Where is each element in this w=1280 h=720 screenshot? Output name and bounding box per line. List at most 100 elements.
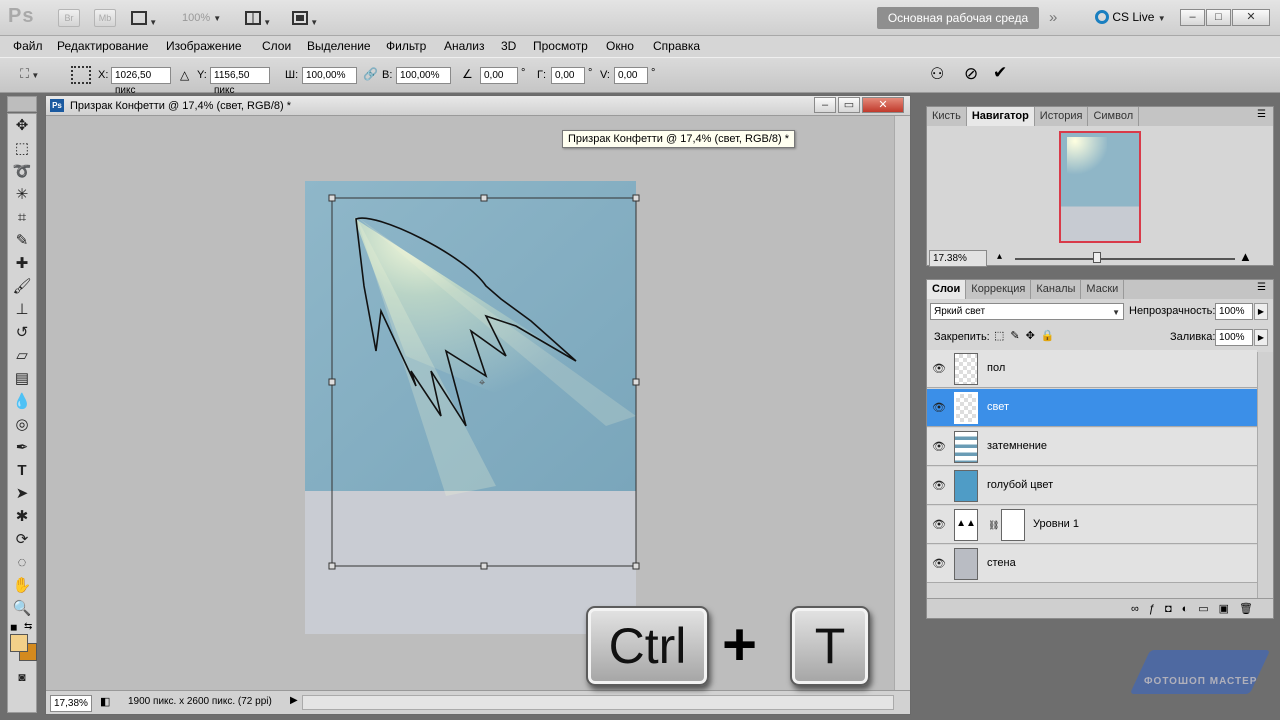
menu-help[interactable]: Справка <box>653 36 700 57</box>
vertical-scrollbar[interactable] <box>894 116 910 690</box>
history-brush-tool-icon[interactable]: ↺ <box>8 321 36 344</box>
tab-history[interactable]: История <box>1034 107 1089 126</box>
view-extras-dropdown[interactable]: ▼ <box>131 9 165 27</box>
clone-stamp-tool-icon[interactable]: ⊥ <box>8 298 36 321</box>
gradient-tool-icon[interactable]: ▤ <box>8 367 36 390</box>
tab-navigator[interactable]: Навигатор <box>966 107 1035 126</box>
visibility-eye-icon[interactable]: 👁 <box>931 361 947 377</box>
canvas-image[interactable]: ⌖ <box>46 116 894 690</box>
navigator-panel-menu-icon[interactable]: ☰ <box>1257 109 1266 120</box>
doc-minimize-button[interactable]: – <box>814 97 836 113</box>
blend-mode-select[interactable]: Яркий свет ▼ <box>930 303 1124 320</box>
zoom-level-dropdown[interactable]: 100% ▼ <box>182 12 221 24</box>
opacity-field[interactable]: 100% <box>1215 303 1253 320</box>
shape-tool-icon[interactable]: ✱ <box>8 505 36 528</box>
swap-colors-icon[interactable]: ⇆ <box>24 621 32 632</box>
default-colors-icon[interactable]: ◼ <box>10 622 17 633</box>
eyedropper-tool-icon[interactable]: ✎ <box>8 229 36 252</box>
opacity-arrow-icon[interactable]: ▶ <box>1254 303 1268 320</box>
menu-layers[interactable]: Слои <box>262 36 291 57</box>
more-workspaces-icon[interactable]: » <box>1049 9 1057 26</box>
close-button[interactable]: ✕ <box>1232 9 1270 26</box>
visibility-eye-icon[interactable]: 👁 <box>931 517 947 533</box>
3d-orbit-tool-icon[interactable]: ◌ <box>8 551 36 574</box>
status-menu-icon[interactable]: ◧ <box>100 695 110 708</box>
quick-mask-icon[interactable]: ◙ <box>8 666 36 689</box>
zoom-tool-icon[interactable]: 🔍 <box>8 597 36 620</box>
layer-row[interactable]: 👁 пол <box>927 350 1257 388</box>
zoom-in-icon[interactable]: ▲ <box>1239 249 1252 264</box>
layer-row[interactable]: 👁 затемнение <box>927 428 1257 466</box>
menu-view[interactable]: Просмотр <box>533 36 588 57</box>
move-tool-icon[interactable]: ✥ <box>8 114 36 137</box>
transform-center-icon[interactable]: ⌖ <box>479 376 485 389</box>
menu-select[interactable]: Выделение <box>307 36 371 57</box>
maximize-button[interactable]: □ <box>1206 9 1231 26</box>
canvas-area[interactable]: ⌖ <box>46 116 894 690</box>
y-position-field[interactable]: 1156,50 пикс <box>210 67 270 96</box>
commit-transform-icon[interactable]: ✔ <box>993 63 1007 83</box>
tab-layers[interactable]: Слои <box>927 280 967 299</box>
status-arrow-icon[interactable]: ▶ <box>290 695 298 706</box>
minimize-button[interactable]: – <box>1180 9 1205 26</box>
layer-row[interactable]: 👁 ▲▲ ⛓ Уровни 1 <box>927 506 1257 544</box>
tab-brush[interactable]: Кисть <box>927 107 967 126</box>
relative-position-icon[interactable]: △ <box>180 68 189 82</box>
zoom-field[interactable]: 17,38% <box>50 695 92 712</box>
visibility-eye-icon[interactable]: 👁 <box>931 478 947 494</box>
dodge-tool-icon[interactable]: ◎ <box>8 413 36 436</box>
fill-arrow-icon[interactable]: ▶ <box>1254 329 1268 346</box>
screen-mode-dropdown[interactable]: ▼ <box>292 9 326 27</box>
eraser-tool-icon[interactable]: ▱ <box>8 344 36 367</box>
vertical-skew-field[interactable]: 0,00 <box>614 67 648 84</box>
crop-tool-icon[interactable]: ⌗ <box>8 206 36 229</box>
reference-point-icon[interactable] <box>71 66 91 84</box>
menu-filter[interactable]: Фильтр <box>386 36 426 57</box>
bridge-button[interactable]: Br <box>58 9 80 27</box>
hand-tool-icon[interactable]: ✋ <box>8 574 36 597</box>
navigator-zoom-field[interactable]: 17.38% <box>929 250 987 267</box>
warp-mode-icon[interactable]: ⚇ <box>930 64 944 84</box>
layer-row[interactable]: 👁 стена <box>927 545 1257 583</box>
layers-footer-icons[interactable]: ∞ƒ◘◐▭▣🗑 <box>927 598 1273 618</box>
zoom-slider[interactable] <box>1015 258 1235 260</box>
marquee-tool-icon[interactable]: ⬚ <box>8 137 36 160</box>
fill-field[interactable]: 100% <box>1215 329 1253 346</box>
width-field[interactable]: 100,00% <box>302 67 357 84</box>
quick-selection-tool-icon[interactable]: ✳ <box>8 183 36 206</box>
navigator-preview[interactable] <box>1059 131 1141 243</box>
type-tool-icon[interactable]: T <box>8 459 36 482</box>
doc-restore-button[interactable]: ▭ <box>838 97 860 113</box>
foreground-color-swatch[interactable] <box>10 634 28 652</box>
tab-masks[interactable]: Маски <box>1081 280 1125 299</box>
visibility-eye-icon[interactable]: 👁 <box>931 556 947 572</box>
zoom-out-icon[interactable]: ▴ <box>997 251 1002 262</box>
x-position-field[interactable]: 1026,50 пикс <box>111 67 171 96</box>
menu-image[interactable]: Изображение <box>166 36 242 57</box>
cancel-transform-icon[interactable]: ⊘ <box>964 64 978 84</box>
lasso-tool-icon[interactable]: ➰ <box>8 160 36 183</box>
zoom-slider-thumb[interactable] <box>1093 252 1101 263</box>
layer-row-selected[interactable]: 👁 свет <box>927 389 1257 427</box>
3d-rotate-tool-icon[interactable]: ⟳ <box>8 528 36 551</box>
tab-adjustments[interactable]: Коррекция <box>966 280 1032 299</box>
tool-preset-picker[interactable]: ⛶ ▼ <box>20 66 40 84</box>
horizontal-skew-field[interactable]: 0,00 <box>551 67 585 84</box>
path-selection-tool-icon[interactable]: ➤ <box>8 482 36 505</box>
layers-scrollbar[interactable] <box>1257 352 1273 600</box>
arrange-documents-dropdown[interactable]: ▼ <box>245 9 279 27</box>
layers-panel-menu-icon[interactable]: ☰ <box>1257 282 1266 293</box>
brush-tool-icon[interactable]: 🖌 <box>8 275 36 298</box>
menu-3d[interactable]: 3D <box>501 36 516 57</box>
menu-edit[interactable]: Редактирование <box>57 36 148 57</box>
cs-live-button[interactable]: CS Live ▼ <box>1095 10 1166 24</box>
blur-tool-icon[interactable]: 💧 <box>8 390 36 413</box>
horizontal-scrollbar[interactable] <box>302 695 894 710</box>
link-proportions-icon[interactable]: 🔗 <box>363 67 378 81</box>
workspace-button[interactable]: Основная рабочая среда <box>877 7 1039 29</box>
lock-icons[interactable]: ⬚✎✥🔒 <box>994 329 1061 342</box>
tab-character[interactable]: Символ <box>1088 107 1140 126</box>
pen-tool-icon[interactable]: ✒ <box>8 436 36 459</box>
layer-row[interactable]: 👁 голубой цвет <box>927 467 1257 505</box>
tab-channels[interactable]: Каналы <box>1031 280 1082 299</box>
